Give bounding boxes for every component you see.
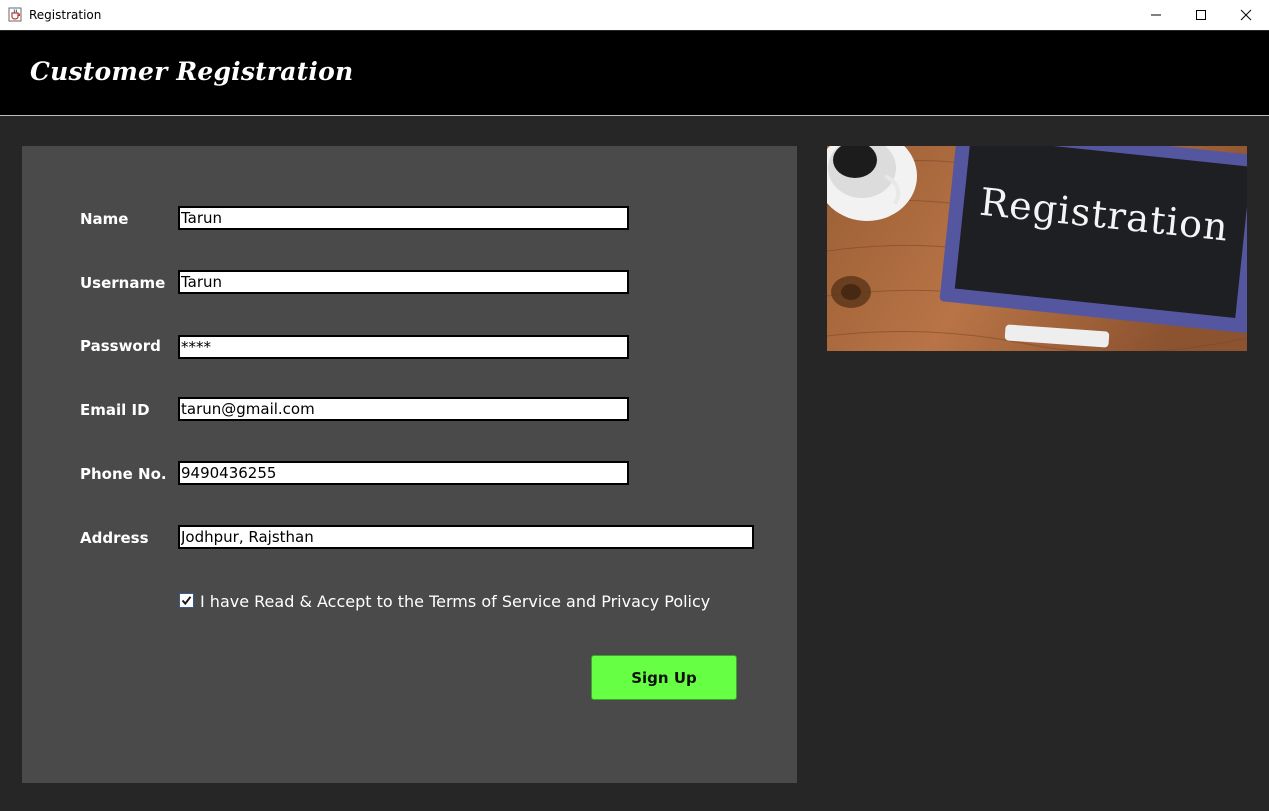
minimize-button[interactable] bbox=[1133, 0, 1179, 30]
email-label: Email ID bbox=[80, 401, 150, 419]
terms-label[interactable]: I have Read & Accept to the Terms of Ser… bbox=[200, 592, 710, 611]
minimize-icon bbox=[1151, 14, 1161, 16]
maximize-icon bbox=[1196, 10, 1206, 20]
address-field[interactable] bbox=[178, 525, 754, 549]
sign-up-button[interactable]: Sign Up bbox=[591, 655, 737, 700]
checkmark-icon bbox=[181, 596, 192, 606]
close-icon bbox=[1240, 9, 1252, 21]
window-titlebar: Registration bbox=[0, 0, 1269, 30]
phone-field[interactable] bbox=[178, 461, 629, 485]
address-label: Address bbox=[80, 529, 149, 547]
maximize-button[interactable] bbox=[1178, 0, 1224, 30]
window-title: Registration bbox=[29, 8, 102, 22]
password-label: Password bbox=[80, 337, 161, 355]
name-field[interactable] bbox=[178, 206, 629, 230]
registration-chalkboard-image: Registration bbox=[827, 146, 1247, 351]
java-cup-icon bbox=[8, 7, 22, 22]
phone-label: Phone No. bbox=[80, 465, 167, 483]
close-button[interactable] bbox=[1223, 0, 1269, 30]
header-divider bbox=[0, 115, 1269, 116]
password-field[interactable] bbox=[178, 335, 629, 359]
name-label: Name bbox=[80, 210, 129, 228]
email-field[interactable] bbox=[178, 397, 629, 421]
terms-checkbox[interactable] bbox=[179, 593, 194, 608]
page-title: Customer Registration bbox=[30, 57, 354, 86]
username-field[interactable] bbox=[178, 270, 629, 294]
username-label: Username bbox=[80, 274, 166, 292]
page-header: Customer Registration bbox=[0, 31, 1269, 115]
